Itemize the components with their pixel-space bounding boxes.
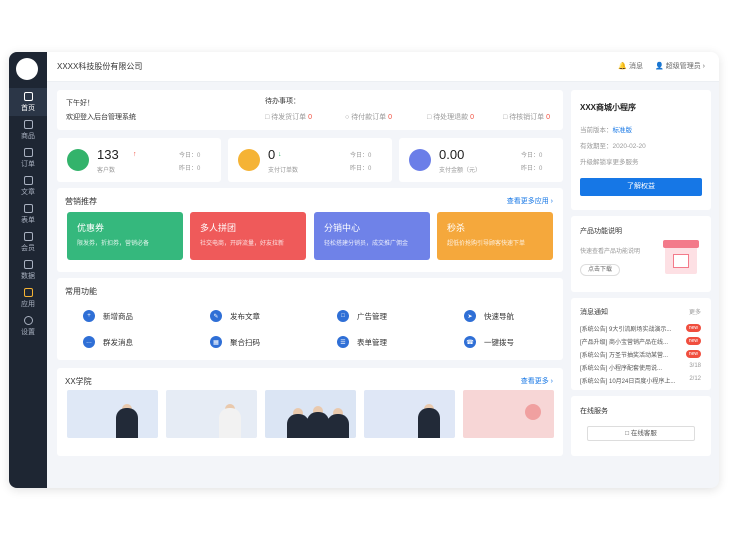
- func-form-manage[interactable]: ☰ 表单管理: [337, 336, 387, 348]
- func-scan[interactable]: ▦ 聚合扫码: [210, 336, 260, 348]
- company-name: XXXX科技股份有限公司: [57, 62, 143, 71]
- online-service-title: 在线服务: [580, 408, 608, 415]
- goods-icon: [23, 119, 33, 129]
- online-service-panel: 在线服务 □ 在线客服: [571, 396, 711, 456]
- func-ad-manage[interactable]: □ 广告管理: [337, 310, 387, 322]
- feature-intro-title: 产品功能说明: [580, 228, 622, 235]
- stat-customers: 133 ↑ 客户数 今日：0 昨日：0: [57, 138, 221, 182]
- online-support-button[interactable]: □ 在线客服: [587, 426, 695, 441]
- new-badge: new: [685, 337, 701, 345]
- apps-icon: [23, 287, 33, 297]
- sidebar-item-orders[interactable]: 订单: [9, 144, 47, 172]
- logo: [16, 58, 38, 80]
- func-mass-message[interactable]: … 群发消息: [83, 336, 133, 348]
- orders-icon: [238, 149, 260, 171]
- notices-title: 消息通知: [580, 309, 608, 316]
- todo-item-verify[interactable]: □ 待核销订单 0: [503, 112, 550, 122]
- trend-up-icon: ↑: [133, 151, 137, 158]
- promo-flash-sale[interactable]: 秒杀 超低价抢购引导顾客快速下单: [437, 212, 553, 260]
- stat-amount: 0.00 支付金额（元） 今日：0 昨日：0: [399, 138, 563, 182]
- course-thumb-1[interactable]: [67, 390, 158, 438]
- sidebar-item-apps[interactable]: 应用: [9, 284, 47, 312]
- sidebar-item-goods[interactable]: 商品: [9, 116, 47, 144]
- marketing-title: 营销推荐: [65, 197, 97, 206]
- add-goods-icon: +: [83, 310, 95, 322]
- scan-icon: ▦: [210, 336, 222, 348]
- article-icon: [23, 175, 33, 185]
- todo-item-pay[interactable]: ○ 待付款订单 0: [345, 112, 392, 122]
- order-icon: [23, 147, 33, 157]
- miniapp-title: XXX商城小程序: [580, 103, 637, 112]
- new-badge: new: [685, 324, 701, 332]
- chat-icon: □: [625, 430, 630, 437]
- notice-item[interactable]: [系统公告] 小程序配套使用说...: [580, 363, 700, 372]
- promo-coupon[interactable]: 优惠券 限发券，折扣券，营销必备: [67, 212, 183, 260]
- publish-article-icon: ✎: [210, 310, 222, 322]
- sidebar-item-members[interactable]: 会员: [9, 228, 47, 256]
- phone-icon: ☎: [464, 336, 476, 348]
- notices-more-link[interactable]: 更多: [689, 307, 701, 316]
- data-icon: [23, 259, 33, 269]
- todo-item-ship[interactable]: □ 待发货订单 0: [265, 112, 312, 122]
- sidebar: 首页 商品 订单 文章 表单 会员 数据 应用 设置: [9, 52, 47, 488]
- sidebar-item-home[interactable]: 首页: [9, 88, 47, 116]
- func-publish-article[interactable]: ✎ 发布文章: [210, 310, 260, 322]
- compass-icon: ➤: [464, 310, 476, 322]
- chat-icon: …: [83, 336, 95, 348]
- shop-illustration-icon: [661, 236, 701, 278]
- todo-title: 待办事项：: [265, 98, 300, 105]
- trend-down-icon: ↓: [278, 151, 282, 158]
- download-button[interactable]: 点击下载: [580, 264, 620, 276]
- member-icon: [23, 231, 33, 241]
- home-icon: [23, 91, 33, 101]
- notice-item[interactable]: [系统公告] 万圣节抽奖活动某营...: [580, 350, 700, 359]
- miniapp-panel: XXX商城小程序 当前版本：标准版 有效期至：2020-02-20 升级解锁享更…: [571, 90, 711, 210]
- ad-icon: □: [337, 310, 349, 322]
- func-add-goods[interactable]: + 新增商品: [83, 310, 133, 322]
- notices-panel: 消息通知 更多 [系统公告] 9大引流剧场实战演示... new [产品升级] 商…: [571, 298, 711, 390]
- todo-item-refund[interactable]: □ 待处理退款 0: [427, 112, 474, 122]
- welcome-panel: 下午好！ 欢迎登入后台管理系统 待办事项： □ 待发货订单 0 ○ 待付款订单 …: [57, 90, 563, 130]
- app-window: 首页 商品 订单 文章 表单 会员 数据 应用 设置 XXXX科技股份有限公司 …: [9, 52, 719, 488]
- stat-orders: 0 ↓ 支付订单数 今日：0 昨日：0: [228, 138, 392, 182]
- learn-benefits-button[interactable]: 了解权益: [580, 178, 702, 196]
- form-manage-icon: ☰: [337, 336, 349, 348]
- notice-item[interactable]: [产品升级] 商小宝营销产品在线...: [580, 337, 700, 346]
- academy-panel: XX学院 查看更多 ›: [57, 368, 563, 456]
- settings-icon: [23, 315, 33, 325]
- functions-title: 常用功能: [65, 287, 97, 296]
- course-thumb-4[interactable]: [364, 390, 455, 438]
- money-icon: [409, 149, 431, 171]
- marketing-more-link[interactable]: 查看更多应用 ›: [507, 196, 553, 206]
- sidebar-item-settings[interactable]: 设置: [9, 312, 47, 340]
- greeting: 下午好！: [66, 100, 94, 107]
- customers-icon: [67, 149, 89, 171]
- functions-panel: 常用功能 + 新增商品 ✎ 发布文章 □ 广告管理 ➤ 快速导航 … 群发消息 ▦ 聚合扫码…: [57, 278, 563, 360]
- academy-more-link[interactable]: 查看更多 ›: [521, 376, 553, 386]
- academy-title: XX学院: [65, 377, 92, 386]
- welcome-subtitle: 欢迎登入后台管理系统: [66, 114, 136, 121]
- version-badge: 标准版: [612, 127, 633, 134]
- notice-item[interactable]: [系统公告] 9大引流剧场实战演示...: [580, 324, 700, 333]
- marketing-panel: 营销推荐 查看更多应用 › 优惠券 限发券，折扣券，营销必备 多人拼团 社交电商，开…: [57, 188, 563, 272]
- feature-intro-panel: 产品功能说明 快速查看产品功能说明 点击下载: [571, 216, 711, 292]
- sidebar-item-articles[interactable]: 文章: [9, 172, 47, 200]
- course-thumb-3[interactable]: [265, 390, 356, 438]
- func-quick-nav[interactable]: ➤ 快速导航: [464, 310, 514, 322]
- sidebar-item-data[interactable]: 数据: [9, 256, 47, 284]
- promo-distribution[interactable]: 分销中心 轻松搭建分销员，成交推广佣金: [314, 212, 430, 260]
- admin-menu[interactable]: 👤 超级管理员 ›: [655, 61, 705, 71]
- sidebar-item-forms[interactable]: 表单: [9, 200, 47, 228]
- course-thumb-5[interactable]: [463, 390, 554, 438]
- messages-link[interactable]: 🔔 消息: [618, 61, 643, 71]
- new-badge: new: [685, 350, 701, 358]
- course-thumb-2[interactable]: [166, 390, 257, 438]
- promo-group-buy[interactable]: 多人拼团 社交电商，开辟流量，好友拉新: [190, 212, 306, 260]
- top-bar: XXXX科技股份有限公司 🔔 消息 👤 超级管理员 ›: [47, 52, 719, 82]
- notice-item[interactable]: [系统公告] 10月24日百度小程序上...: [580, 376, 700, 385]
- func-dial[interactable]: ☎ 一键拨号: [464, 336, 514, 348]
- form-icon: [23, 203, 33, 213]
